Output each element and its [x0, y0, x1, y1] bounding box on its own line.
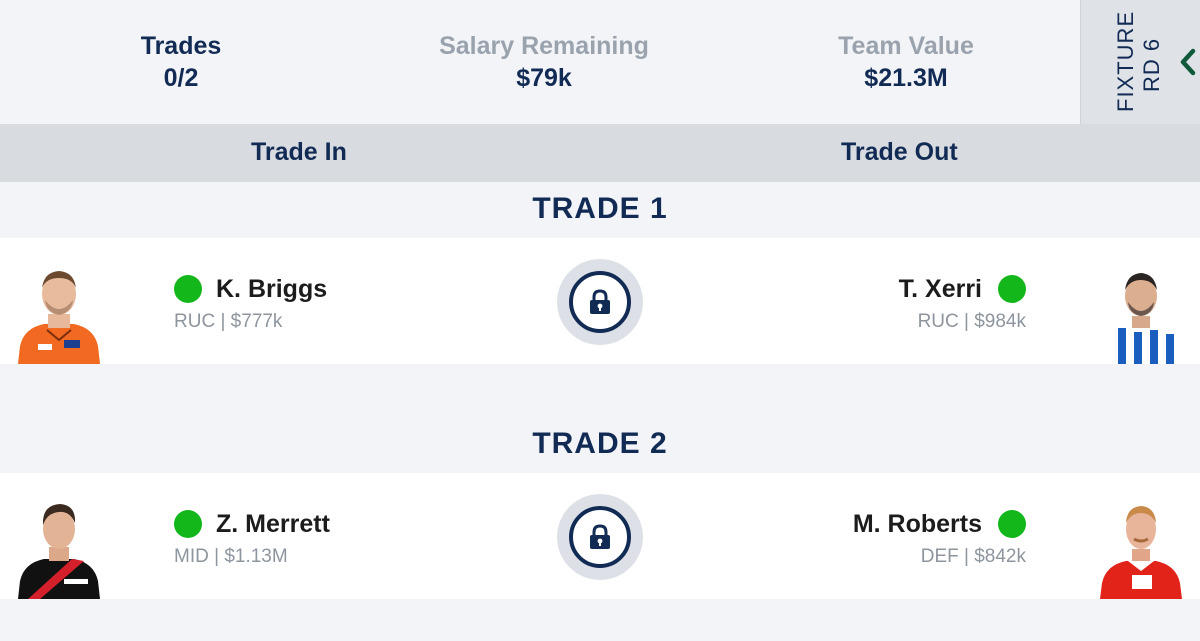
player-avatar-briggs	[14, 260, 104, 364]
team-value-stat: Team Value $21.3M	[756, 30, 1056, 94]
trade-2-row: Z. Merrett MID | $1.13M M. Roberts DEF |…	[0, 473, 1200, 599]
trade-2-title: TRADE 2	[532, 427, 668, 460]
player-avatar-roberts	[1096, 495, 1186, 599]
status-dot	[174, 510, 202, 538]
player-name: Z. Merrett	[216, 510, 330, 538]
player-name: K. Briggs	[216, 275, 328, 303]
fixture-label: FIXTURE	[1113, 10, 1138, 112]
lock-icon	[590, 524, 610, 549]
column-header: Trade In Trade Out	[0, 124, 1200, 182]
trade-in-player[interactable]: K. Briggs RUC | $777k	[174, 274, 327, 334]
stats-bar: Trades 0/2 Salary Remaining $79k Team Va…	[0, 0, 1080, 124]
trade-out-player[interactable]: M. Roberts DEF | $842k	[853, 509, 1026, 569]
trade-1-row: K. Briggs RUC | $777k T. Xerri RUC | $98…	[0, 238, 1200, 364]
salary-value: $79k	[516, 64, 572, 92]
trade-in-heading: Trade In	[251, 138, 347, 166]
fixture-text: FIXTURE RD 6	[1081, 0, 1171, 124]
fixture-tab[interactable]: FIXTURE RD 6	[1080, 0, 1200, 124]
chevron-left-icon[interactable]	[1175, 44, 1200, 80]
trade-lock-button[interactable]	[557, 259, 643, 345]
fixture-round: RD 6	[1139, 37, 1164, 92]
player-meta: RUC | $984k	[917, 311, 1026, 332]
player-meta: DEF | $842k	[920, 546, 1026, 567]
lock-icon	[590, 289, 610, 314]
salary-label: Salary Remaining	[439, 32, 649, 60]
player-avatar-merrett	[14, 495, 104, 599]
status-dot	[998, 275, 1026, 303]
trades-stat: Trades 0/2	[31, 30, 331, 94]
player-meta: RUC | $777k	[174, 311, 283, 332]
status-dot	[998, 510, 1026, 538]
trade-in-player[interactable]: Z. Merrett MID | $1.13M	[174, 509, 330, 569]
trades-label: Trades	[140, 32, 222, 60]
team-value-value: $21.3M	[864, 64, 948, 92]
trade-out-heading: Trade Out	[841, 138, 958, 166]
status-dot	[174, 275, 202, 303]
salary-stat: Salary Remaining $79k	[394, 30, 694, 94]
player-meta: MID | $1.13M	[174, 546, 288, 567]
trade-out-player[interactable]: T. Xerri RUC | $984k	[899, 274, 1026, 334]
team-value-label: Team Value	[838, 32, 974, 60]
player-avatar-xerri	[1096, 260, 1186, 364]
trades-value: 0/2	[163, 64, 199, 92]
player-name: M. Roberts	[852, 510, 982, 538]
trade-1-title: TRADE 1	[532, 192, 668, 225]
player-name: T. Xerri	[898, 275, 982, 303]
trade-lock-button[interactable]	[557, 494, 643, 580]
